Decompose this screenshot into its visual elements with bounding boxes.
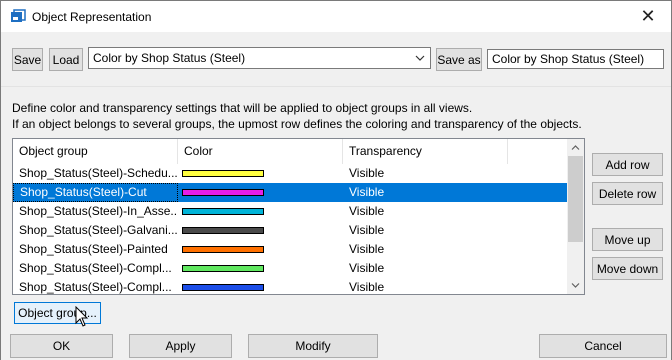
object-group-cell: Shop_Status(Steel)-Compl... xyxy=(19,280,172,294)
color-cell[interactable] xyxy=(178,183,343,202)
scroll-down-icon[interactable] xyxy=(567,277,584,294)
color-cell[interactable] xyxy=(178,164,343,183)
transparency-cell[interactable]: Visible xyxy=(343,240,508,259)
description-line-2: If an object belongs to several groups, … xyxy=(12,117,582,131)
table-row[interactable]: Shop_Status(Steel)-In_Asse... Visible xyxy=(13,202,568,221)
color-cell[interactable] xyxy=(178,240,343,259)
table-row-selected[interactable]: Shop_Status(Steel)-Cut Visible xyxy=(13,183,568,202)
color-swatch xyxy=(182,265,264,272)
representation-combo[interactable]: Color by Shop Status (Steel) xyxy=(88,47,431,69)
transparency-cell[interactable]: Visible xyxy=(343,164,508,183)
color-swatch xyxy=(182,284,264,291)
color-swatch xyxy=(182,208,264,215)
object-group-cell: Shop_Status(Steel)-Painted xyxy=(19,242,168,256)
scrollbar-thumb[interactable] xyxy=(568,156,583,242)
table-row[interactable]: Shop_Status(Steel)-Painted Visible xyxy=(13,240,568,259)
table-row[interactable]: Shop_Status(Steel)-Compl... Visible xyxy=(13,278,568,294)
color-cell[interactable] xyxy=(178,259,343,278)
vertical-scrollbar[interactable] xyxy=(567,139,584,294)
color-cell[interactable] xyxy=(178,221,343,240)
table-row[interactable]: Shop_Status(Steel)-Schedu... Visible xyxy=(13,164,568,183)
object-group-cell: Shop_Status(Steel)-Compl... xyxy=(19,261,172,275)
mouse-pointer-icon xyxy=(75,305,89,328)
title-bar: Object Representation ✕ xyxy=(1,1,671,32)
object-group-cell: Shop_Status(Steel)-Schedu... xyxy=(19,166,178,180)
window-title: Object Representation xyxy=(32,9,152,24)
object-group-table[interactable]: Object group Color Transparency Shop_Sta… xyxy=(12,138,585,295)
save-button[interactable]: Save xyxy=(12,48,43,71)
app-icon xyxy=(10,8,26,25)
table-row[interactable]: Shop_Status(Steel)-Galvani... Visible xyxy=(13,221,568,240)
column-header-color[interactable]: Color xyxy=(178,139,343,164)
color-swatch xyxy=(182,189,264,196)
transparency-cell[interactable]: Visible xyxy=(343,221,508,240)
column-header-transparency[interactable]: Transparency xyxy=(343,139,508,164)
chevron-down-icon[interactable] xyxy=(413,50,427,66)
object-group-cell: Shop_Status(Steel)-Cut xyxy=(13,183,178,202)
combo-value: Color by Shop Status (Steel) xyxy=(93,51,246,65)
delete-row-button[interactable]: Delete row xyxy=(592,182,663,205)
description: Define color and transparency settings t… xyxy=(12,100,582,132)
save-as-name-field[interactable]: Color by Shop Status (Steel) xyxy=(487,49,664,69)
color-cell[interactable] xyxy=(178,202,343,221)
transparency-cell[interactable]: Visible xyxy=(343,202,508,221)
column-header-object-group[interactable]: Object group xyxy=(13,139,178,164)
load-button[interactable]: Load xyxy=(49,48,83,71)
modify-button[interactable]: Modify xyxy=(248,334,378,358)
apply-button[interactable]: Apply xyxy=(129,334,232,358)
table-header: Object group Color Transparency xyxy=(13,139,568,164)
move-up-button[interactable]: Move up xyxy=(592,228,663,251)
object-group-cell: Shop_Status(Steel)-In_Asse... xyxy=(19,204,178,218)
move-down-button[interactable]: Move down xyxy=(592,257,663,280)
color-swatch xyxy=(182,246,264,253)
color-cell[interactable] xyxy=(178,278,343,294)
description-line-1: Define color and transparency settings t… xyxy=(12,101,473,115)
object-group-cell: Shop_Status(Steel)-Galvani... xyxy=(19,223,178,237)
cancel-button[interactable]: Cancel xyxy=(539,334,667,358)
transparency-cell[interactable]: Visible xyxy=(343,183,508,202)
add-row-button[interactable]: Add row xyxy=(592,153,663,176)
scroll-up-icon[interactable] xyxy=(567,139,584,156)
save-as-button[interactable]: Save as xyxy=(436,48,482,71)
color-swatch xyxy=(182,227,264,234)
table-row[interactable]: Shop_Status(Steel)-Compl... Visible xyxy=(13,259,568,278)
color-swatch xyxy=(182,170,264,177)
ok-button[interactable]: OK xyxy=(10,334,113,358)
transparency-cell[interactable]: Visible xyxy=(343,259,508,278)
transparency-cell[interactable]: Visible xyxy=(343,278,508,294)
object-representation-dialog: Object Representation ✕ Save Load Color … xyxy=(0,0,672,360)
close-icon[interactable]: ✕ xyxy=(625,1,671,32)
